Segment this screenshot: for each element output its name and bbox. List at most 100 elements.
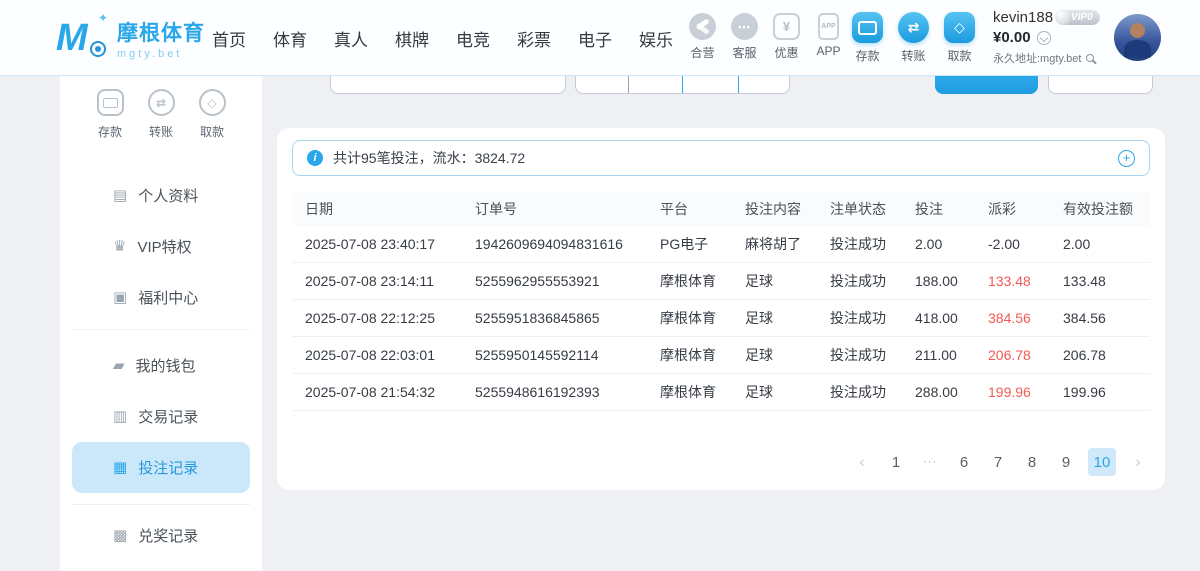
cell-payout: 206.78 xyxy=(988,347,1063,363)
cell-order: 1942609694094831616 xyxy=(475,236,660,252)
cell-payout: 199.96 xyxy=(988,384,1063,400)
vip-badge: VIP0 xyxy=(1058,10,1100,25)
header-action-label: 优惠 xyxy=(774,44,798,61)
page-button-8[interactable]: 8 xyxy=(1020,448,1044,476)
column-header-7: 有效投注额 xyxy=(1063,199,1150,219)
cell-platform: 摩根体育 xyxy=(660,271,745,291)
header-action-deposit[interactable]: 存款 xyxy=(851,12,884,64)
header-action-label: 存款 xyxy=(855,47,879,64)
sidebar-item-welfare[interactable]: 福利中心 xyxy=(72,272,250,323)
brand-logo[interactable]: M ✦ 摩根体育 mgty.bet xyxy=(56,13,205,63)
service-icon xyxy=(731,13,758,40)
sidebar-item-redeem[interactable]: 兑奖记录 xyxy=(72,510,250,561)
sidebar-shortcut-label: 存款 xyxy=(98,123,122,140)
nav-item-entertainment[interactable]: 娱乐 xyxy=(639,26,673,51)
sidebar-item-bets[interactable]: 投注记录 xyxy=(72,442,250,493)
cell-status: 投注成功 xyxy=(830,345,915,365)
nav-item-home[interactable]: 首页 xyxy=(212,26,246,51)
sidebar-shortcut-deposit[interactable]: 存款 xyxy=(96,89,124,140)
avatar[interactable] xyxy=(1114,14,1161,61)
sidebar-shortcut-label: 取款 xyxy=(200,123,224,140)
sidebar-item-profile[interactable]: 个人资料 xyxy=(72,170,250,221)
bet-table-body: 2025-07-08 23:40:171942609694094831616PG… xyxy=(292,226,1150,411)
brand-name: 摩根体育 xyxy=(117,17,205,47)
cell-bet: 418.00 xyxy=(915,310,988,326)
sidebar-shortcut-withdraw[interactable]: ◇取款 xyxy=(198,89,226,140)
cell-order: 5255948616192393 xyxy=(475,384,660,400)
cell-date: 2025-07-08 22:12:25 xyxy=(305,310,475,326)
cell-valid: 199.96 xyxy=(1063,384,1150,400)
vip-icon xyxy=(113,239,126,254)
deposit-icon xyxy=(97,89,124,116)
sidebar-divider xyxy=(72,329,250,330)
page-button-7[interactable]: 7 xyxy=(986,448,1010,476)
table-row: 2025-07-08 22:12:255255951836845865摩根体育足… xyxy=(292,300,1150,337)
page-button-10[interactable]: 10 xyxy=(1088,448,1116,476)
cell-order: 5255951836845865 xyxy=(475,310,660,326)
cell-status: 投注成功 xyxy=(830,271,915,291)
header-action-app[interactable]: APPAPP xyxy=(812,13,845,61)
sidebar-item-wallet[interactable]: 我的钱包 xyxy=(72,340,250,391)
nav-item-esports[interactable]: 电竞 xyxy=(456,26,490,51)
transactions-icon xyxy=(113,409,127,424)
welfare-icon xyxy=(113,290,127,305)
header-action-withdraw[interactable]: ◇取款 xyxy=(943,12,976,64)
cell-platform: 摩根体育 xyxy=(660,382,745,402)
next-page-button[interactable]: › xyxy=(1126,448,1150,476)
nav-item-slots[interactable]: 电子 xyxy=(578,26,612,51)
transfer-icon: ⇄ xyxy=(148,89,175,116)
header-action-label: 合营 xyxy=(690,44,714,61)
header-action-transfer[interactable]: ⇄转账 xyxy=(897,12,930,64)
summary-text: 共计95笔投注，流水：3824.72 xyxy=(333,148,525,168)
sparkle-icon: ✦ xyxy=(98,11,108,25)
top-header: M ✦ 摩根体育 mgty.bet 首页 体育 真人 棋牌 电竞 彩票 电子 娱乐 合营客服¥… xyxy=(0,0,1200,76)
page-button-9[interactable]: 9 xyxy=(1054,448,1078,476)
permanent-address: 永久地址:mgty.bet xyxy=(993,50,1081,66)
prev-page-button[interactable]: ‹ xyxy=(850,448,874,476)
column-header-5: 投注 xyxy=(915,199,988,219)
nav-item-live[interactable]: 真人 xyxy=(334,26,368,51)
cell-date: 2025-07-08 21:54:32 xyxy=(305,384,475,400)
cell-bet: 211.00 xyxy=(915,347,988,363)
username[interactable]: kevin188 xyxy=(993,9,1053,26)
table-row: 2025-07-08 23:40:171942609694094831616PG… xyxy=(292,226,1150,263)
main-nav: 首页 体育 真人 棋牌 电竞 彩票 电子 娱乐 xyxy=(212,0,673,76)
nav-item-sports[interactable]: 体育 xyxy=(273,26,307,51)
cell-content: 足球 xyxy=(745,271,830,291)
table-row: 2025-07-08 21:54:325255948616192393摩根体育足… xyxy=(292,374,1150,411)
nav-item-chess[interactable]: 棋牌 xyxy=(395,26,429,51)
header-action-service[interactable]: 客服 xyxy=(728,13,761,61)
page-button-6[interactable]: 6 xyxy=(952,448,976,476)
sidebar-item-label: 兑奖记录 xyxy=(138,525,198,546)
expand-plus-icon[interactable]: + xyxy=(1118,150,1135,167)
column-header-3: 投注内容 xyxy=(745,199,830,219)
cell-date: 2025-07-08 23:40:17 xyxy=(305,236,475,252)
profile-icon xyxy=(113,188,127,203)
sidebar-item-vip[interactable]: VIP特权 xyxy=(72,221,250,272)
sidebar-item-label: 我的钱包 xyxy=(136,355,196,376)
page: { "colors":{"accent":"#2aa7e8","accent_l… xyxy=(0,0,1200,571)
magnifier-icon[interactable] xyxy=(1086,54,1094,62)
sidebar-menu-group-1: 个人资料VIP特权福利中心 xyxy=(60,170,262,323)
cell-content: 足球 xyxy=(745,308,830,328)
cell-payout: 384.56 xyxy=(988,310,1063,326)
summary-bar: i 共计95笔投注，流水：3824.72 + xyxy=(292,140,1150,176)
balance-dropdown-icon[interactable] xyxy=(1037,31,1051,45)
table-row: 2025-07-08 23:14:115255962955553921摩根体育足… xyxy=(292,263,1150,300)
cell-bet: 288.00 xyxy=(915,384,988,400)
header-action-label: 取款 xyxy=(947,47,971,64)
nav-item-lottery[interactable]: 彩票 xyxy=(517,26,551,51)
header-action-promo[interactable]: ¥优惠 xyxy=(770,13,803,61)
football-icon xyxy=(90,41,106,57)
bets-icon xyxy=(113,460,127,475)
partnership-icon xyxy=(689,13,716,40)
app-icon: APP xyxy=(818,13,839,40)
header-action-partnership[interactable]: 合营 xyxy=(686,13,719,61)
header-wallet-actions: 存款 ⇄转账 ◇取款 xyxy=(851,12,976,64)
column-header-0: 日期 xyxy=(305,199,475,219)
sidebar-item-transactions[interactable]: 交易记录 xyxy=(72,391,250,442)
header-quick-actions: 合营客服 ¥优惠 APPAPP xyxy=(686,13,845,61)
page-button-1[interactable]: 1 xyxy=(884,448,908,476)
redeem-icon xyxy=(113,528,127,543)
sidebar-shortcut-transfer[interactable]: ⇄转账 xyxy=(147,89,175,140)
